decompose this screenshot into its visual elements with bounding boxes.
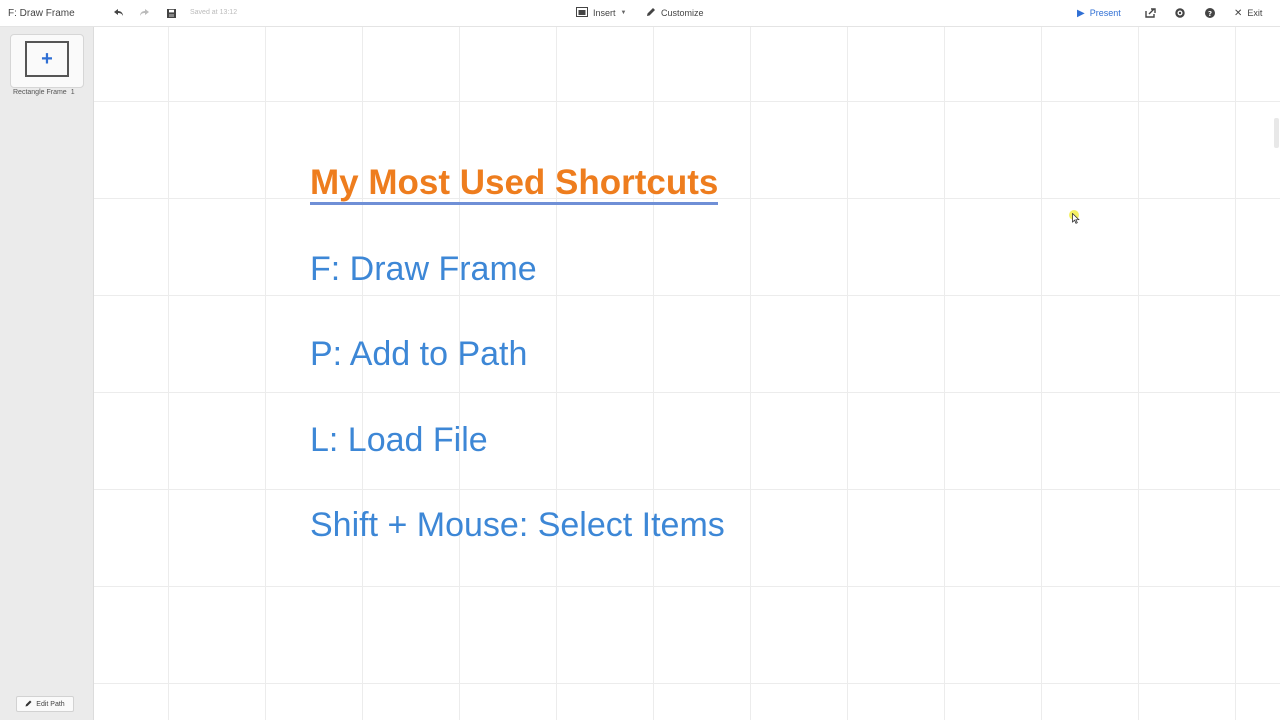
edit-path-button[interactable]: Edit Path bbox=[16, 696, 74, 712]
chevron-down-icon: ▼ bbox=[620, 10, 627, 16]
settings-icon[interactable] bbox=[1173, 6, 1187, 20]
frame-number: 1 bbox=[70, 89, 75, 96]
svg-text:?: ? bbox=[1208, 10, 1212, 18]
frame-thumbnail[interactable]: + bbox=[10, 34, 84, 88]
exit-label: Exit bbox=[1247, 8, 1263, 18]
insert-icon bbox=[576, 7, 588, 19]
frames-sidebar: + Rectangle Frame 1 Edit Path bbox=[0, 27, 94, 720]
redo-icon[interactable] bbox=[137, 6, 151, 20]
shortcut-item[interactable]: F: Draw Frame bbox=[310, 249, 537, 289]
customize-label: Customize bbox=[661, 8, 704, 18]
shortcut-item[interactable]: P: Add to Path bbox=[310, 334, 527, 374]
slide-title[interactable]: My Most Used Shortcuts bbox=[310, 164, 719, 205]
customize-button[interactable]: Customize bbox=[646, 6, 704, 20]
document-title: F: Draw Frame bbox=[8, 8, 75, 19]
shortcut-item[interactable]: L: Load File bbox=[310, 420, 488, 460]
canvas[interactable]: My Most Used Shortcuts F: Draw Frame P: … bbox=[94, 27, 1280, 720]
frame-name: Rectangle Frame bbox=[13, 89, 67, 96]
pen-icon bbox=[25, 700, 32, 709]
help-icon[interactable]: ? bbox=[1203, 6, 1217, 20]
insert-label: Insert bbox=[593, 8, 616, 18]
close-icon: ✕ bbox=[1234, 7, 1243, 19]
undo-icon[interactable] bbox=[112, 6, 126, 20]
share-icon[interactable] bbox=[1143, 6, 1157, 20]
pencil-icon bbox=[646, 7, 656, 19]
top-toolbar: F: Draw Frame Saved at 13:12 Insert ▼ Cu… bbox=[0, 0, 1280, 27]
present-label: Present bbox=[1089, 8, 1121, 18]
present-button[interactable]: ▶ Present bbox=[1077, 6, 1121, 20]
vertical-scrollbar[interactable] bbox=[1274, 118, 1279, 148]
exit-button[interactable]: ✕ Exit bbox=[1234, 6, 1262, 20]
mouse-cursor-icon bbox=[1069, 210, 1081, 224]
saved-status: Saved at 13:12 bbox=[190, 9, 238, 16]
frame-label: Rectangle Frame 1 bbox=[13, 89, 75, 96]
save-icon[interactable] bbox=[164, 6, 178, 20]
edit-path-label: Edit Path bbox=[36, 700, 65, 708]
plus-icon: + bbox=[25, 41, 69, 77]
play-icon: ▶ bbox=[1077, 7, 1085, 19]
shortcut-item[interactable]: Shift + Mouse: Select Items bbox=[310, 505, 725, 545]
insert-menu-button[interactable]: Insert ▼ bbox=[576, 6, 626, 20]
